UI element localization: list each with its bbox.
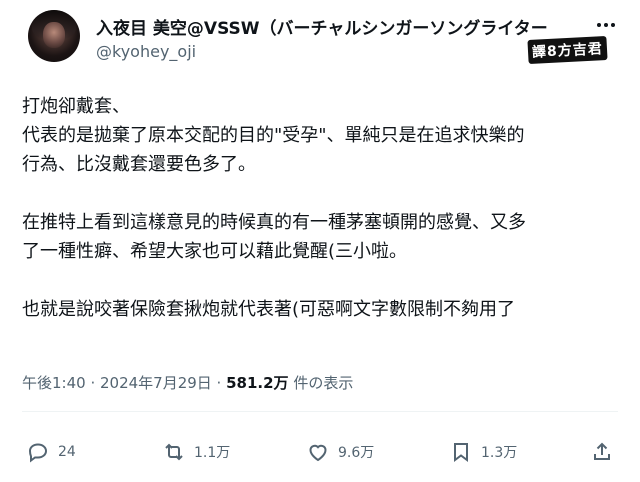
reply-count: 24 bbox=[58, 444, 76, 460]
views-label: 件の表示 bbox=[288, 374, 354, 392]
username[interactable]: @kyohey_oji bbox=[96, 42, 196, 61]
bookmark-icon bbox=[454, 443, 468, 462]
divider bbox=[22, 411, 618, 412]
share-icon bbox=[594, 442, 610, 460]
watermark: 譯8方吉君 bbox=[527, 35, 608, 65]
more-options-icon[interactable] bbox=[597, 12, 619, 27]
avatar[interactable] bbox=[28, 10, 80, 62]
avatar-face bbox=[43, 22, 65, 48]
retweet-count: 1.1万 bbox=[194, 445, 231, 461]
retweet-icon bbox=[165, 443, 183, 461]
tweet-meta: 午後1:40 · 2024年7月29日 · 581.2万 件の表示 bbox=[22, 372, 353, 393]
bookmark-button[interactable]: 1.3万 bbox=[449, 430, 517, 474]
heart-icon bbox=[309, 444, 327, 462]
bookmark-count: 1.3万 bbox=[481, 445, 518, 461]
display-name[interactable]: 入夜目 美空@VSSW（バーチャルシンガーソングライター bbox=[96, 14, 586, 39]
tweet-text: 打炮卻戴套、 代表的是拋棄了原本交配的目的"受孕"、單純只是在追求快樂的 行為、… bbox=[22, 96, 526, 320]
reply-button[interactable]: 24 bbox=[26, 430, 76, 474]
views-count: 581.2万 bbox=[226, 374, 289, 392]
share-button[interactable] bbox=[590, 430, 614, 474]
action-bar: 24 1.1万 9.6万 1.3万 bbox=[0, 430, 640, 474]
retweet-button[interactable]: 1.1万 bbox=[162, 430, 230, 474]
like-button[interactable]: 9.6万 bbox=[306, 430, 374, 474]
timestamp[interactable]: 午後1:40 · 2024年7月29日 · bbox=[22, 374, 226, 392]
reply-icon bbox=[28, 443, 48, 463]
like-count: 9.6万 bbox=[338, 445, 375, 461]
tweet-header: 入夜目 美空@VSSW（バーチャルシンガーソングライター @kyohey_oji… bbox=[0, 0, 640, 80]
